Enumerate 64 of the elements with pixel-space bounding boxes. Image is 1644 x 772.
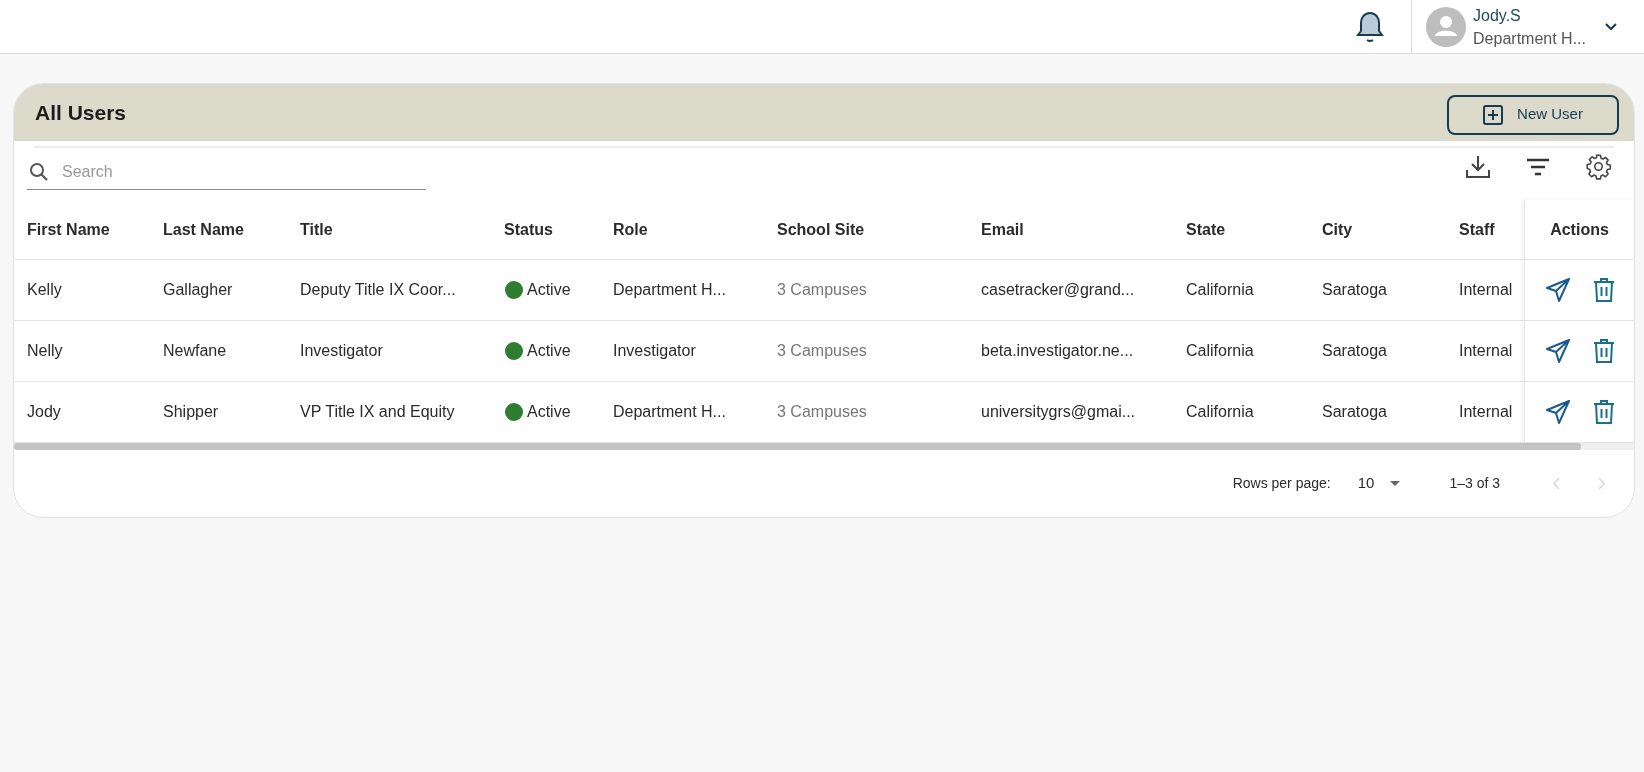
column-header[interactable]: Staff	[1459, 220, 1495, 238]
table-cell-text: VP Title IX and Equity	[300, 402, 455, 422]
table-cell-text: Deputy Title IX Coor...	[300, 280, 456, 300]
table-cell-text: Kelly	[27, 280, 62, 300]
column-header[interactable]: State	[1186, 220, 1226, 238]
table-cell-text: Gallagher	[163, 280, 233, 300]
rows-per-page-label: Rows per page:	[1232, 473, 1331, 493]
table-cell-text: Saratoga	[1322, 402, 1387, 422]
table-cell-text: Nelly	[27, 341, 63, 361]
table-cell-text: Internal	[1459, 280, 1513, 300]
table-cell-text: California	[1186, 280, 1254, 300]
table-cell-text: Investigator	[300, 341, 383, 361]
table-cell-text: Shipper	[163, 402, 219, 422]
column-header[interactable]: Role	[613, 220, 648, 238]
table-cell-text: Jody	[27, 402, 61, 422]
settings-icon[interactable]	[1585, 153, 1612, 180]
page-range: 1–3 of 3	[1449, 473, 1500, 493]
trash-icon[interactable]	[1592, 399, 1615, 425]
filter-icon[interactable]	[1525, 156, 1551, 177]
notification-bell-icon[interactable]	[1355, 9, 1386, 44]
user-name: Jody.S	[1473, 5, 1522, 26]
table-cell-text: 3 Campuses	[777, 341, 867, 361]
trash-icon[interactable]	[1592, 277, 1615, 303]
table-cell-text: Newfane	[163, 341, 227, 361]
column-header[interactable]: School Site	[777, 220, 865, 238]
table-cell-text: Internal	[1459, 402, 1513, 422]
table-cell-text: Active	[527, 402, 571, 422]
table-cell-text: Investigator	[613, 341, 696, 361]
trash-icon[interactable]	[1592, 338, 1615, 364]
table-cell-text: Saratoga	[1322, 280, 1387, 300]
table-cell-text: Internal	[1459, 341, 1513, 361]
column-header[interactable]: Email	[981, 220, 1024, 238]
send-icon[interactable]	[1544, 338, 1571, 364]
table-cell-text: universitygrs@gmai...	[981, 402, 1136, 422]
column-header[interactable]: Status	[504, 220, 553, 238]
send-icon[interactable]	[1544, 277, 1571, 303]
column-header[interactable]: First Name	[27, 220, 110, 238]
plus-square-icon	[1483, 104, 1504, 125]
dropdown-arrow-icon	[1390, 480, 1401, 486]
search-icon	[29, 161, 49, 182]
table-cell-text: 3 Campuses	[777, 402, 867, 422]
user-role: Department H...	[1473, 28, 1586, 49]
table-cell-text: Department H...	[613, 280, 726, 300]
rows-per-page-select[interactable]: 10	[1357, 471, 1401, 495]
table-cell-text: Saratoga	[1322, 341, 1387, 361]
table-cell-text: Active	[527, 341, 571, 361]
table-cell-text: casetracker@grand...	[981, 280, 1135, 300]
send-icon[interactable]	[1544, 399, 1571, 425]
table-cell-text: Department H...	[613, 402, 726, 422]
new-user-button[interactable]: New User	[1447, 94, 1619, 135]
chevron-down-icon[interactable]	[1604, 21, 1618, 32]
column-header: Actions	[1550, 219, 1609, 240]
column-header[interactable]: City	[1322, 220, 1353, 238]
card-title: All Users	[35, 99, 127, 126]
table-cell-text: California	[1186, 402, 1254, 422]
table-cell-text: beta.investigator.ne...	[981, 341, 1134, 361]
column-header[interactable]: Last Name	[163, 220, 244, 238]
table-cell-text: California	[1186, 341, 1254, 361]
download-icon[interactable]	[1465, 153, 1491, 180]
search-field[interactable]: Search	[62, 159, 392, 184]
horizontal-scrollbar[interactable]	[14, 443, 1634, 450]
column-header[interactable]: Title	[300, 220, 333, 238]
table-cell-text: 3 Campuses	[777, 280, 867, 300]
table-cell-text: Active	[527, 280, 571, 300]
